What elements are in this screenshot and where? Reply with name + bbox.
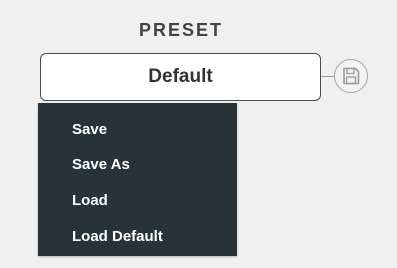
preset-current-value: Default: [148, 66, 213, 87]
preset-panel: PRESET Default Save Save As Load Load De…: [0, 0, 397, 268]
preset-title: PRESET: [138, 20, 224, 40]
preset-selector[interactable]: Default: [40, 53, 321, 101]
menu-item-save[interactable]: Save: [38, 114, 237, 144]
menu-item-save-as[interactable]: Save As: [38, 149, 237, 179]
floppy-disk-icon: [343, 67, 360, 85]
connector-line: [321, 76, 335, 77]
menu-item-load-default[interactable]: Load Default: [38, 221, 237, 251]
menu-item-load[interactable]: Load: [38, 185, 237, 215]
preset-dropdown-menu: Save Save As Load Load Default: [38, 103, 237, 256]
save-preset-button[interactable]: [334, 59, 368, 93]
